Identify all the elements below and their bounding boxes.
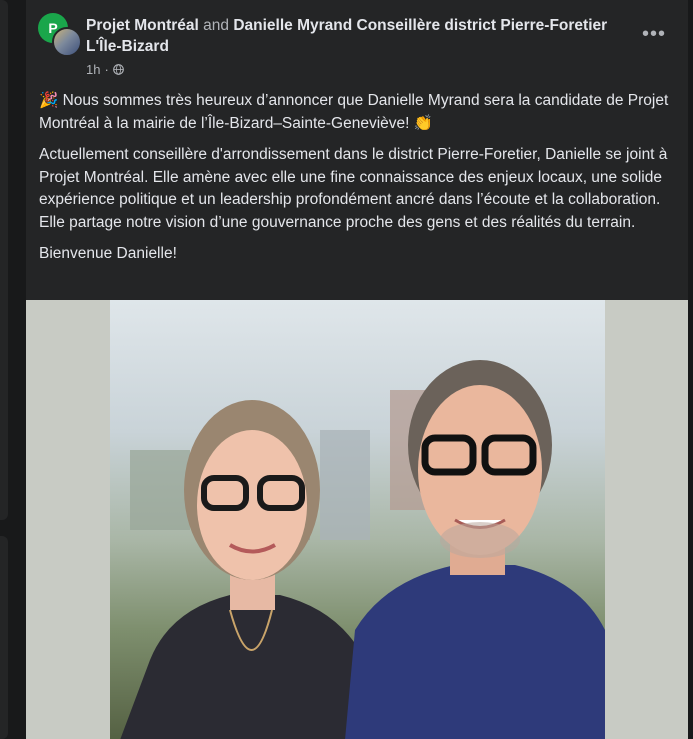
post-meta: 1h ·: [86, 62, 124, 77]
globe-icon[interactable]: [112, 64, 124, 75]
post-photo[interactable]: [110, 300, 605, 739]
post-photo-container[interactable]: [26, 300, 688, 739]
left-column-card: [0, 536, 8, 739]
left-column-card: [0, 0, 8, 520]
coauthor-avatar[interactable]: [52, 27, 82, 57]
meta-separator: ·: [104, 62, 109, 77]
author-avatars[interactable]: P: [38, 13, 82, 57]
post-paragraph: Bienvenue Danielle!: [39, 245, 177, 262]
person-man: [345, 360, 605, 739]
post-header: P Projet Montréal and Danielle Myrand Co…: [26, 0, 688, 90]
post-card: P Projet Montréal and Danielle Myrand Co…: [26, 0, 688, 739]
person-woman: [120, 400, 365, 739]
more-horizontal-icon[interactable]: •••: [642, 24, 666, 44]
post-timestamp[interactable]: 1h: [86, 62, 100, 77]
author-conjunction: and: [203, 17, 230, 34]
post-message: 🎉 Nous sommes très heureux d’annoncer qu…: [39, 90, 679, 275]
post-paragraph: Actuellement conseillère d'arrondissemen…: [39, 146, 668, 231]
post-authors: Projet Montréal and Danielle Myrand Cons…: [86, 15, 631, 57]
post-paragraph: 🎉 Nous sommes très heureux d’annoncer qu…: [39, 92, 669, 132]
page-name-link[interactable]: Projet Montréal: [86, 17, 199, 34]
feed-left-edge: [0, 0, 12, 739]
